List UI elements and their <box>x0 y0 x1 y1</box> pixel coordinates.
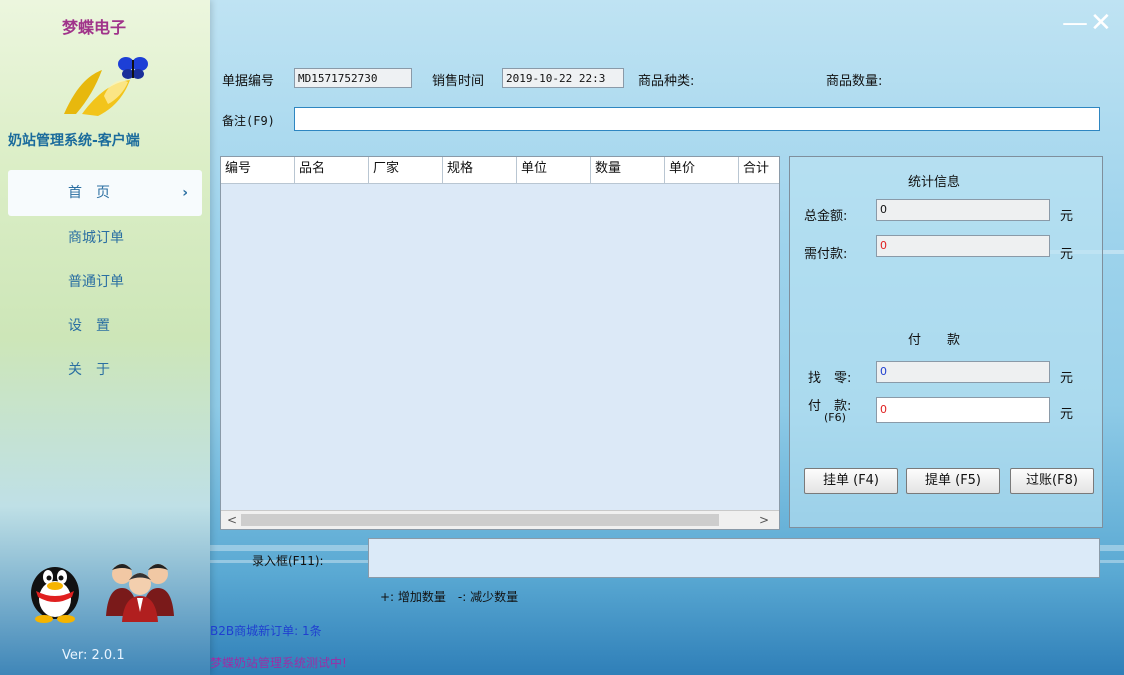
retrieve-order-button[interactable]: 提单 (F5) <box>906 468 1000 494</box>
currency-unit: 元 <box>1060 407 1074 422</box>
goods-type-label: 商品种类: <box>638 74 695 89</box>
butterfly-logo-icon <box>64 57 148 116</box>
column-header[interactable]: 规格 <box>443 157 517 183</box>
sidebar-item-mall-orders[interactable]: 商城订单 <box>8 216 202 260</box>
stats-panel: 统计信息 总金额: 0 元 需付款: 0 元 付 款 找 零: 0 元 付 款:… <box>789 156 1103 528</box>
pay-title: 付 款 <box>908 333 961 348</box>
entry-label: 录入框(F11): <box>252 554 324 568</box>
table-header: 编号 品名 厂家 规格 单位 数量 单价 合计 <box>221 157 779 184</box>
brand-name: 梦蝶电子 <box>62 18 127 37</box>
sale-time-label: 销售时间 <box>432 74 485 89</box>
items-table[interactable]: 编号 品名 厂家 规格 单位 数量 单价 合计 < > <box>220 156 780 530</box>
column-header[interactable]: 厂家 <box>369 157 443 183</box>
scroll-left-icon[interactable]: < <box>227 511 237 529</box>
due-label: 需付款: <box>804 247 848 262</box>
horizontal-scrollbar[interactable]: < > <box>221 510 779 529</box>
entry-hint: +: 增加数量 -: 减少数量 <box>380 590 519 604</box>
column-header[interactable]: 单价 <box>665 157 739 183</box>
entry-input[interactable] <box>368 538 1100 578</box>
sidebar-item-label: 商城订单 <box>68 230 124 246</box>
currency-unit: 元 <box>1060 371 1074 386</box>
sidebar-item-normal-orders[interactable]: 普通订单 <box>8 260 202 304</box>
qq-penguin-icon[interactable] <box>22 553 88 623</box>
change-label: 找 零: <box>808 371 852 386</box>
sidebar-item-label: 普通订单 <box>68 274 124 290</box>
currency-unit: 元 <box>1060 247 1074 262</box>
bill-no-field[interactable]: MD1571752730 <box>294 68 412 88</box>
due-field[interactable]: 0 <box>876 235 1050 257</box>
chevron-right-icon: › <box>182 185 188 201</box>
contacts-group-icon[interactable] <box>100 556 180 622</box>
sale-time-field[interactable]: 2019-10-22 22:3 <box>502 68 624 88</box>
currency-unit: 元 <box>1060 209 1074 224</box>
post-order-button[interactable]: 过账(F8) <box>1010 468 1094 494</box>
sidebar: 梦蝶电子 奶站管理系统-客户端 首 页 › 商城订单 普通订单 设 置 关 于 <box>0 0 210 675</box>
sidebar-item-label: 关 于 <box>68 362 110 378</box>
total-field[interactable]: 0 <box>876 199 1050 221</box>
scroll-right-icon[interactable]: > <box>759 511 769 529</box>
stats-title: 统计信息 <box>908 175 961 190</box>
app-name: 奶站管理系统-客户端 <box>8 133 140 149</box>
goods-qty-label: 商品数量: <box>826 74 883 89</box>
sidebar-item-label: 首 页 <box>68 185 110 201</box>
column-header[interactable]: 数量 <box>591 157 665 183</box>
sidebar-item-settings[interactable]: 设 置 <box>8 304 202 348</box>
hold-order-button[interactable]: 挂单 (F4) <box>804 468 898 494</box>
status-message: 梦蝶奶站管理系统测试中! <box>210 656 347 670</box>
total-label: 总金额: <box>804 209 848 224</box>
remark-input[interactable] <box>294 107 1100 131</box>
sidebar-item-label: 设 置 <box>68 318 110 334</box>
column-header[interactable]: 合计 <box>739 157 773 183</box>
minimize-icon[interactable]: — <box>1062 8 1088 38</box>
sidebar-nav: 首 页 › 商城订单 普通订单 设 置 关 于 <box>8 170 202 392</box>
column-header[interactable]: 编号 <box>221 157 295 183</box>
b2b-order-notice[interactable]: B2B商城新订单: 1条 <box>210 622 322 639</box>
close-icon[interactable]: ✕ <box>1090 8 1112 38</box>
pay-input[interactable]: 0 <box>876 397 1050 423</box>
version-label: Ver: 2.0.1 <box>62 648 125 663</box>
scrollbar-thumb[interactable] <box>241 514 719 526</box>
column-header[interactable]: 品名 <box>295 157 369 183</box>
sidebar-item-home[interactable]: 首 页 › <box>8 170 202 216</box>
remark-label: 备注(F9) <box>222 114 275 128</box>
column-header[interactable]: 单位 <box>517 157 591 183</box>
pay-hotkey-hint: (F6) <box>824 411 846 424</box>
bill-no-label: 单据编号 <box>222 74 275 89</box>
change-field[interactable]: 0 <box>876 361 1050 383</box>
sidebar-item-about[interactable]: 关 于 <box>8 348 202 392</box>
